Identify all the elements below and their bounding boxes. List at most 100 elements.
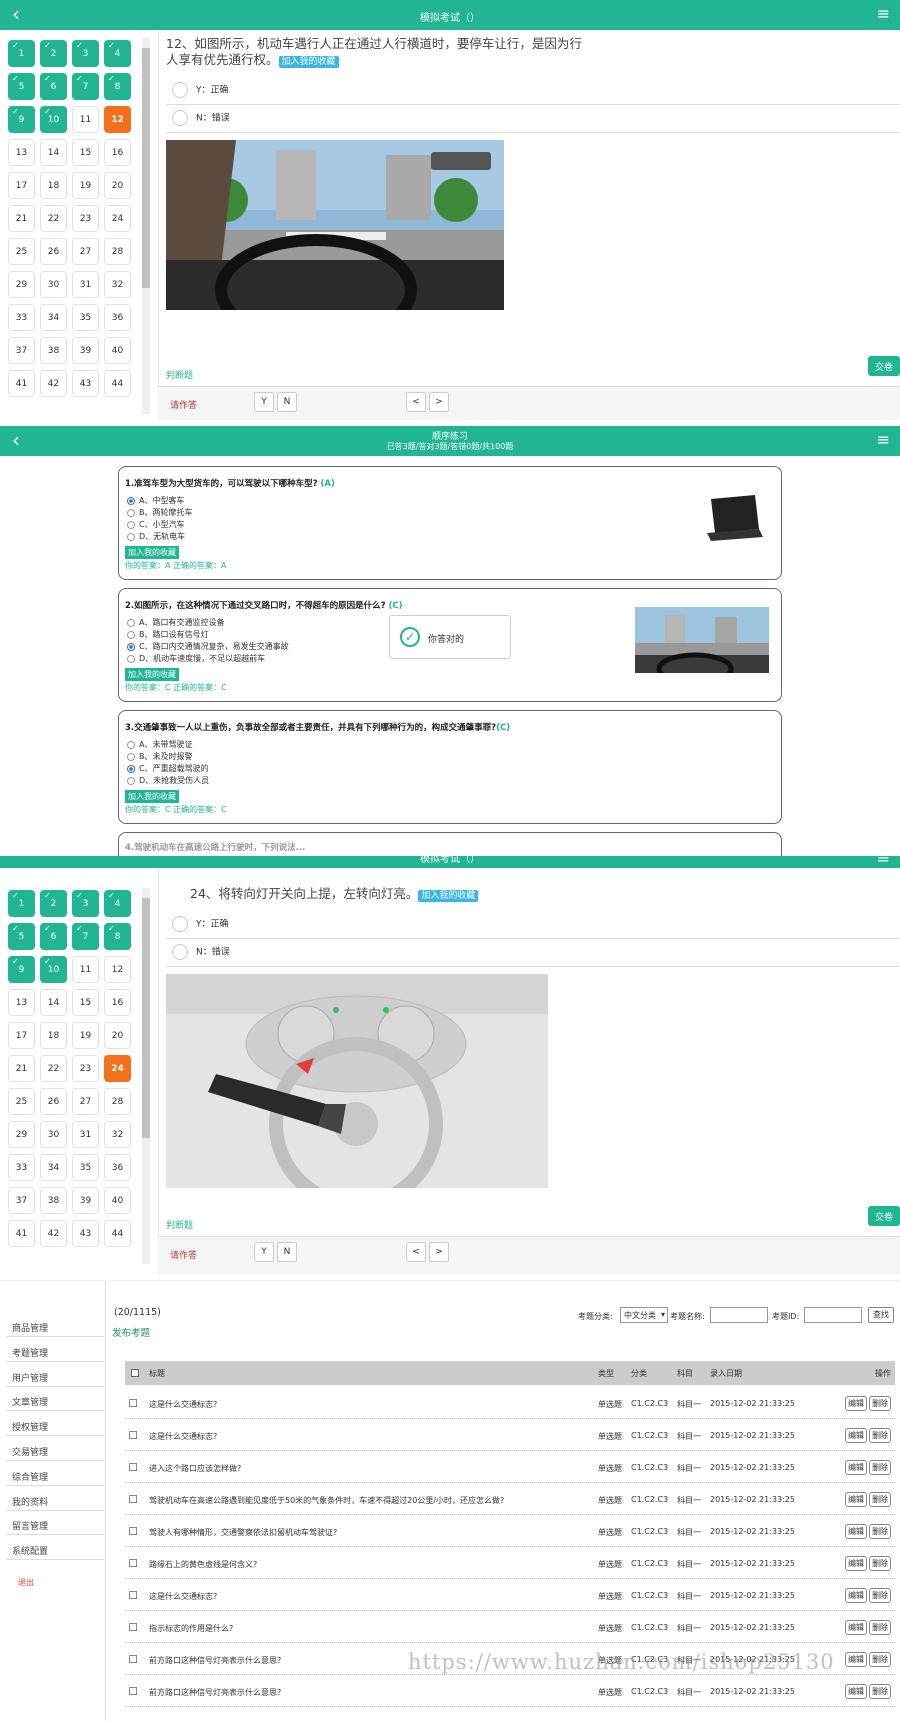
sidebar-item[interactable]: 我的资料	[6, 1487, 104, 1511]
question-cell[interactable]: 35	[72, 304, 99, 331]
question-cell[interactable]: 20	[104, 1022, 131, 1049]
menu-icon[interactable]: ≡	[877, 6, 890, 22]
question-cell[interactable]: 32	[104, 271, 131, 298]
question-cell[interactable]: 5	[8, 73, 35, 100]
question-cell[interactable]: 27	[72, 1088, 99, 1115]
card-option[interactable]: B、两轮摩托车	[127, 507, 193, 518]
card-option[interactable]: C、小型汽车	[127, 519, 185, 530]
question-cell[interactable]: 1	[8, 40, 35, 67]
question-cell[interactable]: 35	[72, 1154, 99, 1181]
question-cell[interactable]: 6	[40, 923, 67, 950]
name-input[interactable]	[710, 1307, 768, 1323]
row-checkbox[interactable]	[129, 1623, 137, 1631]
sidebar-item[interactable]: 留言管理	[6, 1511, 104, 1536]
question-cell[interactable]: 3	[72, 40, 99, 67]
question-cell[interactable]: 26	[40, 238, 67, 265]
question-cell[interactable]: 39	[72, 337, 99, 364]
menu-icon[interactable]: ≡	[877, 432, 890, 448]
question-cell[interactable]: 2	[40, 40, 67, 67]
submit-button[interactable]: 交卷	[868, 1206, 900, 1226]
question-cell[interactable]: 7	[72, 73, 99, 100]
edit-button[interactable]: 编辑	[845, 1492, 867, 1507]
delete-button[interactable]: 删除	[869, 1588, 891, 1603]
question-cell[interactable]: 38	[40, 1187, 67, 1214]
question-cell[interactable]: 12	[104, 956, 131, 983]
question-cell[interactable]: 27	[72, 238, 99, 265]
question-cell[interactable]: 10	[40, 956, 67, 983]
edit-button[interactable]: 编辑	[845, 1524, 867, 1539]
row-checkbox[interactable]	[129, 1431, 137, 1439]
sidebar-item[interactable]: 文章管理	[6, 1387, 104, 1412]
question-cell[interactable]: 23	[72, 1055, 99, 1082]
row-title[interactable]: 这是什么交通标志?	[149, 1591, 217, 1602]
delete-button[interactable]: 删除	[869, 1492, 891, 1507]
question-cell[interactable]: 28	[104, 1088, 131, 1115]
question-cell[interactable]: 8	[104, 73, 131, 100]
question-cell[interactable]: 28	[104, 238, 131, 265]
row-checkbox[interactable]	[129, 1463, 137, 1471]
sidebar-item[interactable]: 系统配置	[6, 1536, 104, 1561]
delete-button[interactable]: 删除	[869, 1428, 891, 1443]
card-option[interactable]: D、未抢救受伤人员	[127, 775, 209, 786]
grid-scrollbar[interactable]	[142, 888, 150, 1264]
question-cell[interactable]: 31	[72, 1121, 99, 1148]
question-cell[interactable]: 36	[104, 304, 131, 331]
add-favorite-button[interactable]: 加入我的收藏	[125, 790, 179, 803]
row-checkbox[interactable]	[129, 1527, 137, 1535]
question-cell[interactable]: 43	[72, 370, 99, 397]
row-checkbox[interactable]	[129, 1399, 137, 1407]
question-cell[interactable]: 15	[72, 139, 99, 166]
search-button[interactable]: 查找	[868, 1307, 894, 1323]
question-cell[interactable]: 18	[40, 172, 67, 199]
edit-button[interactable]: 编辑	[845, 1588, 867, 1603]
question-cell[interactable]: 8	[104, 923, 131, 950]
question-cell[interactable]: 41	[8, 370, 35, 397]
option-y[interactable]: Y：正确	[172, 82, 229, 98]
add-favorite-button[interactable]: 加入我的收藏	[125, 668, 179, 681]
row-title[interactable]: 这是什么交通标志?	[149, 1431, 217, 1442]
delete-button[interactable]: 删除	[869, 1556, 891, 1571]
menu-icon[interactable]: ≡	[877, 856, 890, 866]
question-cell[interactable]: 16	[104, 139, 131, 166]
next-button[interactable]: >	[429, 1242, 449, 1262]
edit-button[interactable]: 编辑	[845, 1652, 867, 1667]
question-cell[interactable]: 29	[8, 271, 35, 298]
card-option[interactable]: B、路口设有信号灯	[127, 629, 209, 640]
add-favorite-button[interactable]: 加入我的收藏	[418, 890, 479, 902]
card-option[interactable]: C、路口内交通情况复杂，易发生交通事故	[127, 641, 289, 652]
answer-y-button[interactable]: Y	[254, 1242, 274, 1262]
row-title[interactable]: 路缘石上的黄色虚线是何含义?	[149, 1559, 257, 1570]
question-cell[interactable]: 15	[72, 989, 99, 1016]
row-title[interactable]: 前方路口这种信号灯亮表示什么意思?	[149, 1687, 281, 1698]
question-cell[interactable]: 22	[40, 1055, 67, 1082]
question-cell[interactable]: 24	[104, 1055, 131, 1082]
category-select[interactable]: 中文分类 ▾	[620, 1307, 668, 1323]
card-option[interactable]: B、未及时报警	[127, 751, 193, 762]
submit-button[interactable]: 交卷	[868, 356, 900, 376]
question-cell[interactable]: 7	[72, 923, 99, 950]
row-checkbox[interactable]	[129, 1559, 137, 1567]
add-favorite-button[interactable]: 加入我的收藏	[125, 546, 179, 559]
question-cell[interactable]: 14	[40, 989, 67, 1016]
edit-button[interactable]: 编辑	[845, 1620, 867, 1635]
delete-button[interactable]: 删除	[869, 1652, 891, 1667]
prev-button[interactable]: <	[406, 392, 426, 412]
question-cell[interactable]: 5	[8, 923, 35, 950]
edit-button[interactable]: 编辑	[845, 1460, 867, 1475]
select-all-checkbox[interactable]	[131, 1369, 139, 1377]
row-title[interactable]: 前方路口这种信号灯亮表示什么意思?	[149, 1655, 281, 1666]
edit-button[interactable]: 编辑	[845, 1428, 867, 1443]
question-cell[interactable]: 4	[104, 40, 131, 67]
sidebar-item[interactable]: 用户管理	[6, 1363, 104, 1387]
question-cell[interactable]: 34	[40, 1154, 67, 1181]
question-cell[interactable]: 29	[8, 1121, 35, 1148]
question-cell[interactable]: 19	[72, 172, 99, 199]
next-button[interactable]: >	[429, 392, 449, 412]
row-title[interactable]: 这是什么交通标志?	[149, 1399, 217, 1410]
question-cell[interactable]: 41	[8, 1220, 35, 1247]
question-cell[interactable]: 18	[40, 1022, 67, 1049]
card-option[interactable]: D、机动车速度慢，不足以超越前车	[127, 653, 265, 664]
card-option[interactable]: A、中型客车	[127, 495, 184, 506]
question-cell[interactable]: 23	[72, 205, 99, 232]
question-cell[interactable]: 24	[104, 205, 131, 232]
